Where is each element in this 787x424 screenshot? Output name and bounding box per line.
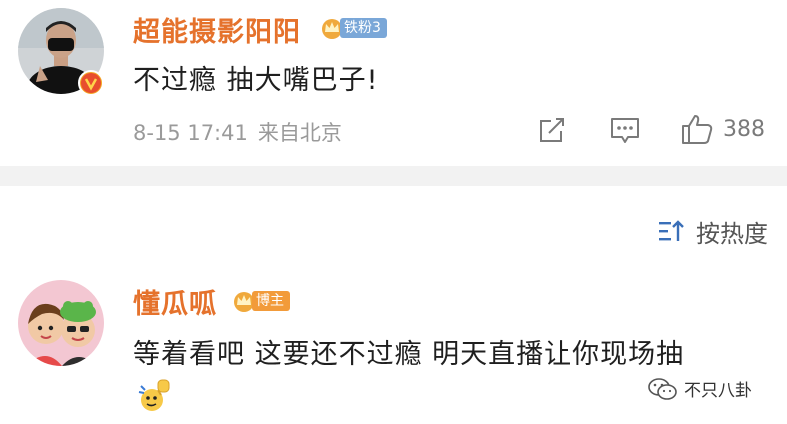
watermark-text: 不只八卦 [684,381,752,401]
badge-label: 铁粉3 [340,18,387,38]
sort-label: 按热度 [696,219,768,248]
share-icon[interactable] [537,115,567,145]
comment-1: 超能摄影阳阳 铁粉3 不过瘾 抽大嘴巴子! 8-15 17:41 来自北京 388 [0,0,787,163]
fan-badge[interactable]: 铁粉3 [320,16,387,40]
verified-badge-icon [78,70,104,96]
like-count: 388 [723,117,765,142]
avatar[interactable] [18,280,104,366]
badge-label: 博主 [252,291,290,311]
fist-emoji-icon [138,379,170,411]
wechat-watermark: 不只八卦 [648,376,752,401]
username[interactable]: 超能摄影阳阳 [133,10,301,49]
comment-location: 来自北京 [257,121,342,145]
sort-by-hot-button[interactable]: 按热度 [658,214,768,248]
comment-meta: 8-15 17:41 来自北京 [133,117,352,147]
blogger-badge[interactable]: 博主 [232,289,290,313]
comment-icon[interactable] [609,115,641,145]
wechat-icon [648,377,677,400]
username[interactable]: 懂瓜呱 [133,282,217,321]
like-icon[interactable] [680,112,714,146]
sort-icon [659,220,684,241]
section-divider [0,166,787,186]
comment-text: 等着看吧 这要还不过瘾 明天直播让你现场抽 [133,339,685,370]
comment-text: 不过瘾 抽大嘴巴子! [133,65,379,96]
comment-date: 8-15 17:41 [133,121,248,145]
